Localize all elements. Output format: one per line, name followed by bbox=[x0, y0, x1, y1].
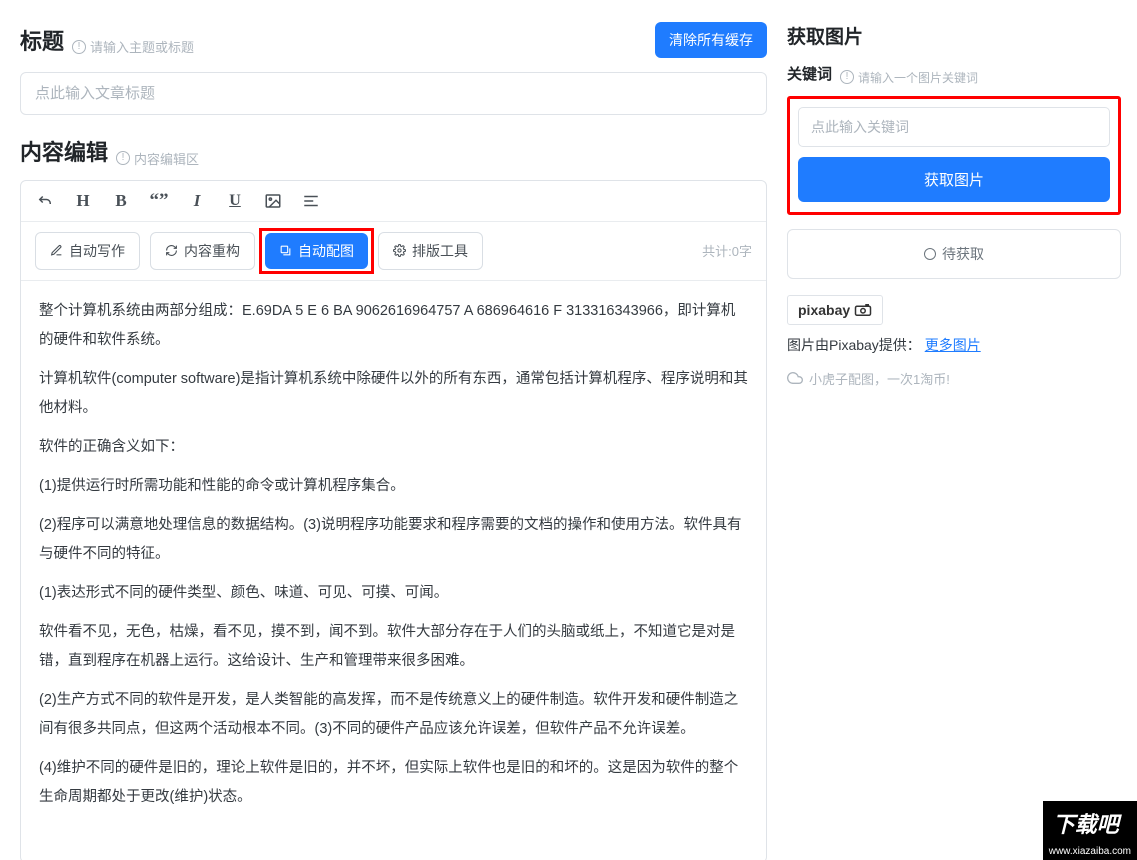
editor-body[interactable]: 整个计算机系统由两部分组成：E.69DA 5 E 6 BA 9062616964… bbox=[21, 281, 766, 860]
auto-write-button[interactable]: 自动写作 bbox=[35, 232, 140, 270]
settings-icon bbox=[393, 244, 406, 257]
underline-icon[interactable]: U bbox=[225, 191, 245, 211]
editor-action-toolbar: 自动写作 内容重构 自动配图 排版工具 共计:0字 bbox=[21, 222, 766, 281]
paragraph: 软件的正确含义如下： bbox=[39, 433, 748, 462]
paragraph: 整个计算机系统由两部分组成：E.69DA 5 E 6 BA 9062616964… bbox=[39, 297, 748, 355]
layers-icon bbox=[279, 244, 292, 257]
heading-icon[interactable]: H bbox=[73, 191, 93, 211]
info-icon: ! bbox=[72, 40, 86, 54]
more-images-link[interactable]: 更多图片 bbox=[925, 337, 981, 353]
title-section-header: 标题 ! 请输入主题或标题 清除所有缓存 bbox=[20, 22, 767, 58]
provider-text: 图片由Pixabay提供： bbox=[787, 337, 921, 353]
paragraph: (2)程序可以满意地处理信息的数据结构。(3)说明程序功能要求和程序需要的文档的… bbox=[39, 511, 748, 569]
undo-icon[interactable] bbox=[35, 191, 55, 211]
status-circle-icon bbox=[924, 248, 936, 260]
editor-format-toolbar: H B “” I U bbox=[21, 181, 766, 222]
word-count: 共计:0字 bbox=[702, 241, 752, 260]
layout-tool-button[interactable]: 排版工具 bbox=[378, 232, 483, 270]
keyword-hint: ! 请输入一个图片关键词 bbox=[840, 69, 978, 86]
cloud-icon bbox=[787, 370, 803, 386]
auto-image-highlight: 自动配图 bbox=[265, 233, 368, 269]
keyword-label: 关键词 bbox=[787, 63, 832, 84]
content-section-header: 内容编辑 ! 内容编辑区 bbox=[20, 135, 767, 168]
fetch-status: 待获取 bbox=[787, 229, 1121, 279]
info-icon: ! bbox=[840, 70, 854, 84]
auto-image-button[interactable]: 自动配图 bbox=[265, 233, 368, 269]
italic-icon[interactable]: I bbox=[187, 191, 207, 211]
refresh-icon bbox=[165, 244, 178, 257]
paragraph: (2)生产方式不同的软件是开发，是人类智能的高发挥，而不是传统意义上的硬件制造。… bbox=[39, 686, 748, 744]
title-hint: ! 请输入主题或标题 bbox=[72, 37, 194, 56]
fetch-image-title: 获取图片 bbox=[787, 22, 1121, 49]
pencil-icon bbox=[50, 244, 63, 257]
paragraph: 计算机软件(computer software)是指计算机系统中除硬件以外的所有… bbox=[39, 365, 748, 423]
align-icon[interactable] bbox=[301, 191, 321, 211]
clear-cache-button[interactable]: 清除所有缓存 bbox=[655, 22, 767, 58]
paragraph: 软件看不见，无色，枯燥，看不见，摸不到，闻不到。软件大部分存在于人们的头脑或纸上… bbox=[39, 618, 748, 676]
fetch-image-button[interactable]: 获取图片 bbox=[798, 157, 1110, 202]
paragraph: (4)维护不同的硬件是旧的，理论上软件是旧的，并不坏，但实际上软件也是旧的和坏的… bbox=[39, 754, 748, 812]
article-title-input[interactable] bbox=[20, 72, 767, 115]
paragraph: (1)提供运行时所需功能和性能的命令或计算机程序集合。 bbox=[39, 472, 748, 501]
keyword-highlight-box: 获取图片 bbox=[787, 96, 1121, 215]
paragraph: (1)表达形式不同的硬件类型、颜色、味道、可见、可摸、可闻。 bbox=[39, 579, 748, 608]
content-label: 内容编辑 bbox=[20, 135, 108, 167]
keyword-input[interactable] bbox=[798, 107, 1110, 147]
content-hint: ! 内容编辑区 bbox=[116, 149, 199, 168]
info-icon: ! bbox=[116, 151, 130, 165]
pixabay-logo: pixabay bbox=[787, 295, 883, 325]
title-label: 标题 bbox=[20, 24, 64, 56]
editor-box: H B “” I U 自动写作 内容重构 bbox=[20, 180, 767, 860]
camera-icon bbox=[854, 304, 872, 316]
quote-icon[interactable]: “” bbox=[149, 191, 169, 211]
bold-icon[interactable]: B bbox=[111, 191, 131, 211]
image-icon[interactable] bbox=[263, 191, 283, 211]
footer-note: 小虎子配图，一次1淘币! bbox=[787, 369, 1121, 388]
reshape-button[interactable]: 内容重构 bbox=[150, 232, 255, 270]
watermark: 下载吧 www.xiazaiba.com bbox=[1043, 801, 1137, 860]
